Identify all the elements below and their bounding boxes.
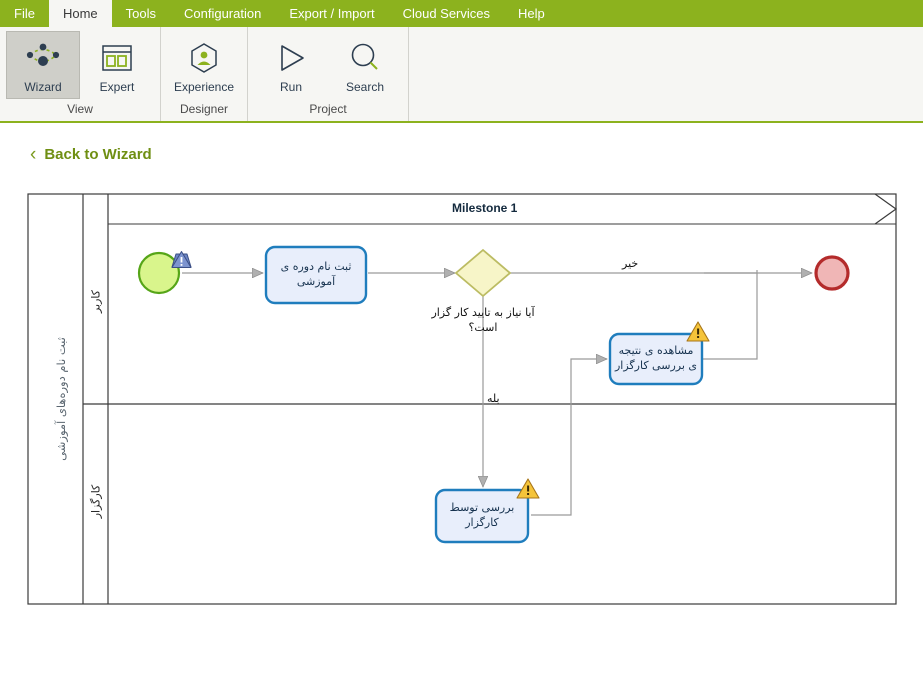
menu-item-help[interactable]: Help	[504, 0, 559, 27]
expert-window-icon	[99, 38, 135, 78]
ribbon-button-run-label: Run	[279, 80, 302, 94]
ribbon-button-experience-label: Experience	[173, 80, 235, 94]
menu-item-export-import[interactable]: Export / Import	[275, 0, 388, 27]
diagram-svg	[27, 193, 898, 605]
chevron-left-icon: ‹	[30, 143, 37, 165]
ribbon-group-designer-label: Designer	[179, 102, 229, 116]
milestone-title: Milestone 1	[452, 201, 518, 215]
ribbon-button-experience[interactable]: Experience	[167, 31, 241, 99]
back-to-wizard-label: Back to Wizard	[44, 145, 152, 163]
back-to-wizard-bar: ‹ Back to Wizard	[0, 123, 923, 185]
wizard-nodes-icon	[22, 38, 64, 78]
back-to-wizard-link[interactable]: ‹ Back to Wizard	[30, 145, 152, 164]
ribbon-group-designer: Experience Designer	[161, 27, 248, 121]
ribbon-toolbar: Wizard Expert View Experience Designer R…	[0, 27, 923, 123]
task-node-broker-review-label[interactable]: بررسی توسط کارگزار	[439, 492, 525, 540]
search-magnifier-icon	[346, 38, 384, 78]
pool-label: ثبت نام دوره‌های آموزشی	[54, 337, 68, 461]
flow-label-no: خیر	[622, 257, 639, 270]
lane-label-user: کاربر	[89, 289, 103, 314]
ribbon-group-view: Wizard Expert View	[0, 27, 161, 121]
experience-person-hexagon-icon	[186, 38, 222, 78]
menu-item-home[interactable]: Home	[48, 0, 112, 27]
ribbon-button-expert[interactable]: Expert	[80, 31, 154, 99]
menu-item-cloud-services[interactable]: Cloud Services	[389, 0, 504, 27]
run-play-icon	[271, 38, 311, 78]
gateway-label: آیا نیاز به تایید کار گزار است؟	[431, 306, 535, 335]
menu-item-file[interactable]: File	[0, 0, 49, 27]
bpmn-diagram-canvas[interactable]: Milestone 1 ثبت نام دوره‌های آموزشی کارب…	[0, 185, 923, 690]
ribbon-group-view-label: View	[67, 102, 93, 116]
menu-item-tools[interactable]: Tools	[112, 0, 170, 27]
ribbon-group-project-label: Project	[309, 102, 347, 116]
flow-label-yes: بله	[487, 392, 500, 405]
menu-item-configuration[interactable]: Configuration	[170, 0, 275, 27]
ribbon-button-search[interactable]: Search	[328, 31, 402, 99]
task-node-register-course-label[interactable]: ثبت نام دوره ی آموزشی	[270, 249, 362, 301]
ribbon-button-search-label: Search	[345, 80, 385, 94]
main-menu-bar: File Home Tools Configuration Export / I…	[0, 0, 923, 27]
ribbon-button-run[interactable]: Run	[254, 31, 328, 99]
ribbon-group-project: Run Search Project	[248, 27, 409, 121]
lane-label-broker: کارگزار	[89, 484, 103, 519]
task-node-view-broker-result-label[interactable]: مشاهده ی نتیجه ی بررسی کارگزار	[613, 336, 699, 382]
ribbon-button-wizard-label: Wizard	[24, 80, 62, 94]
ribbon-button-expert-label: Expert	[99, 80, 135, 94]
ribbon-button-wizard[interactable]: Wizard	[6, 31, 80, 99]
